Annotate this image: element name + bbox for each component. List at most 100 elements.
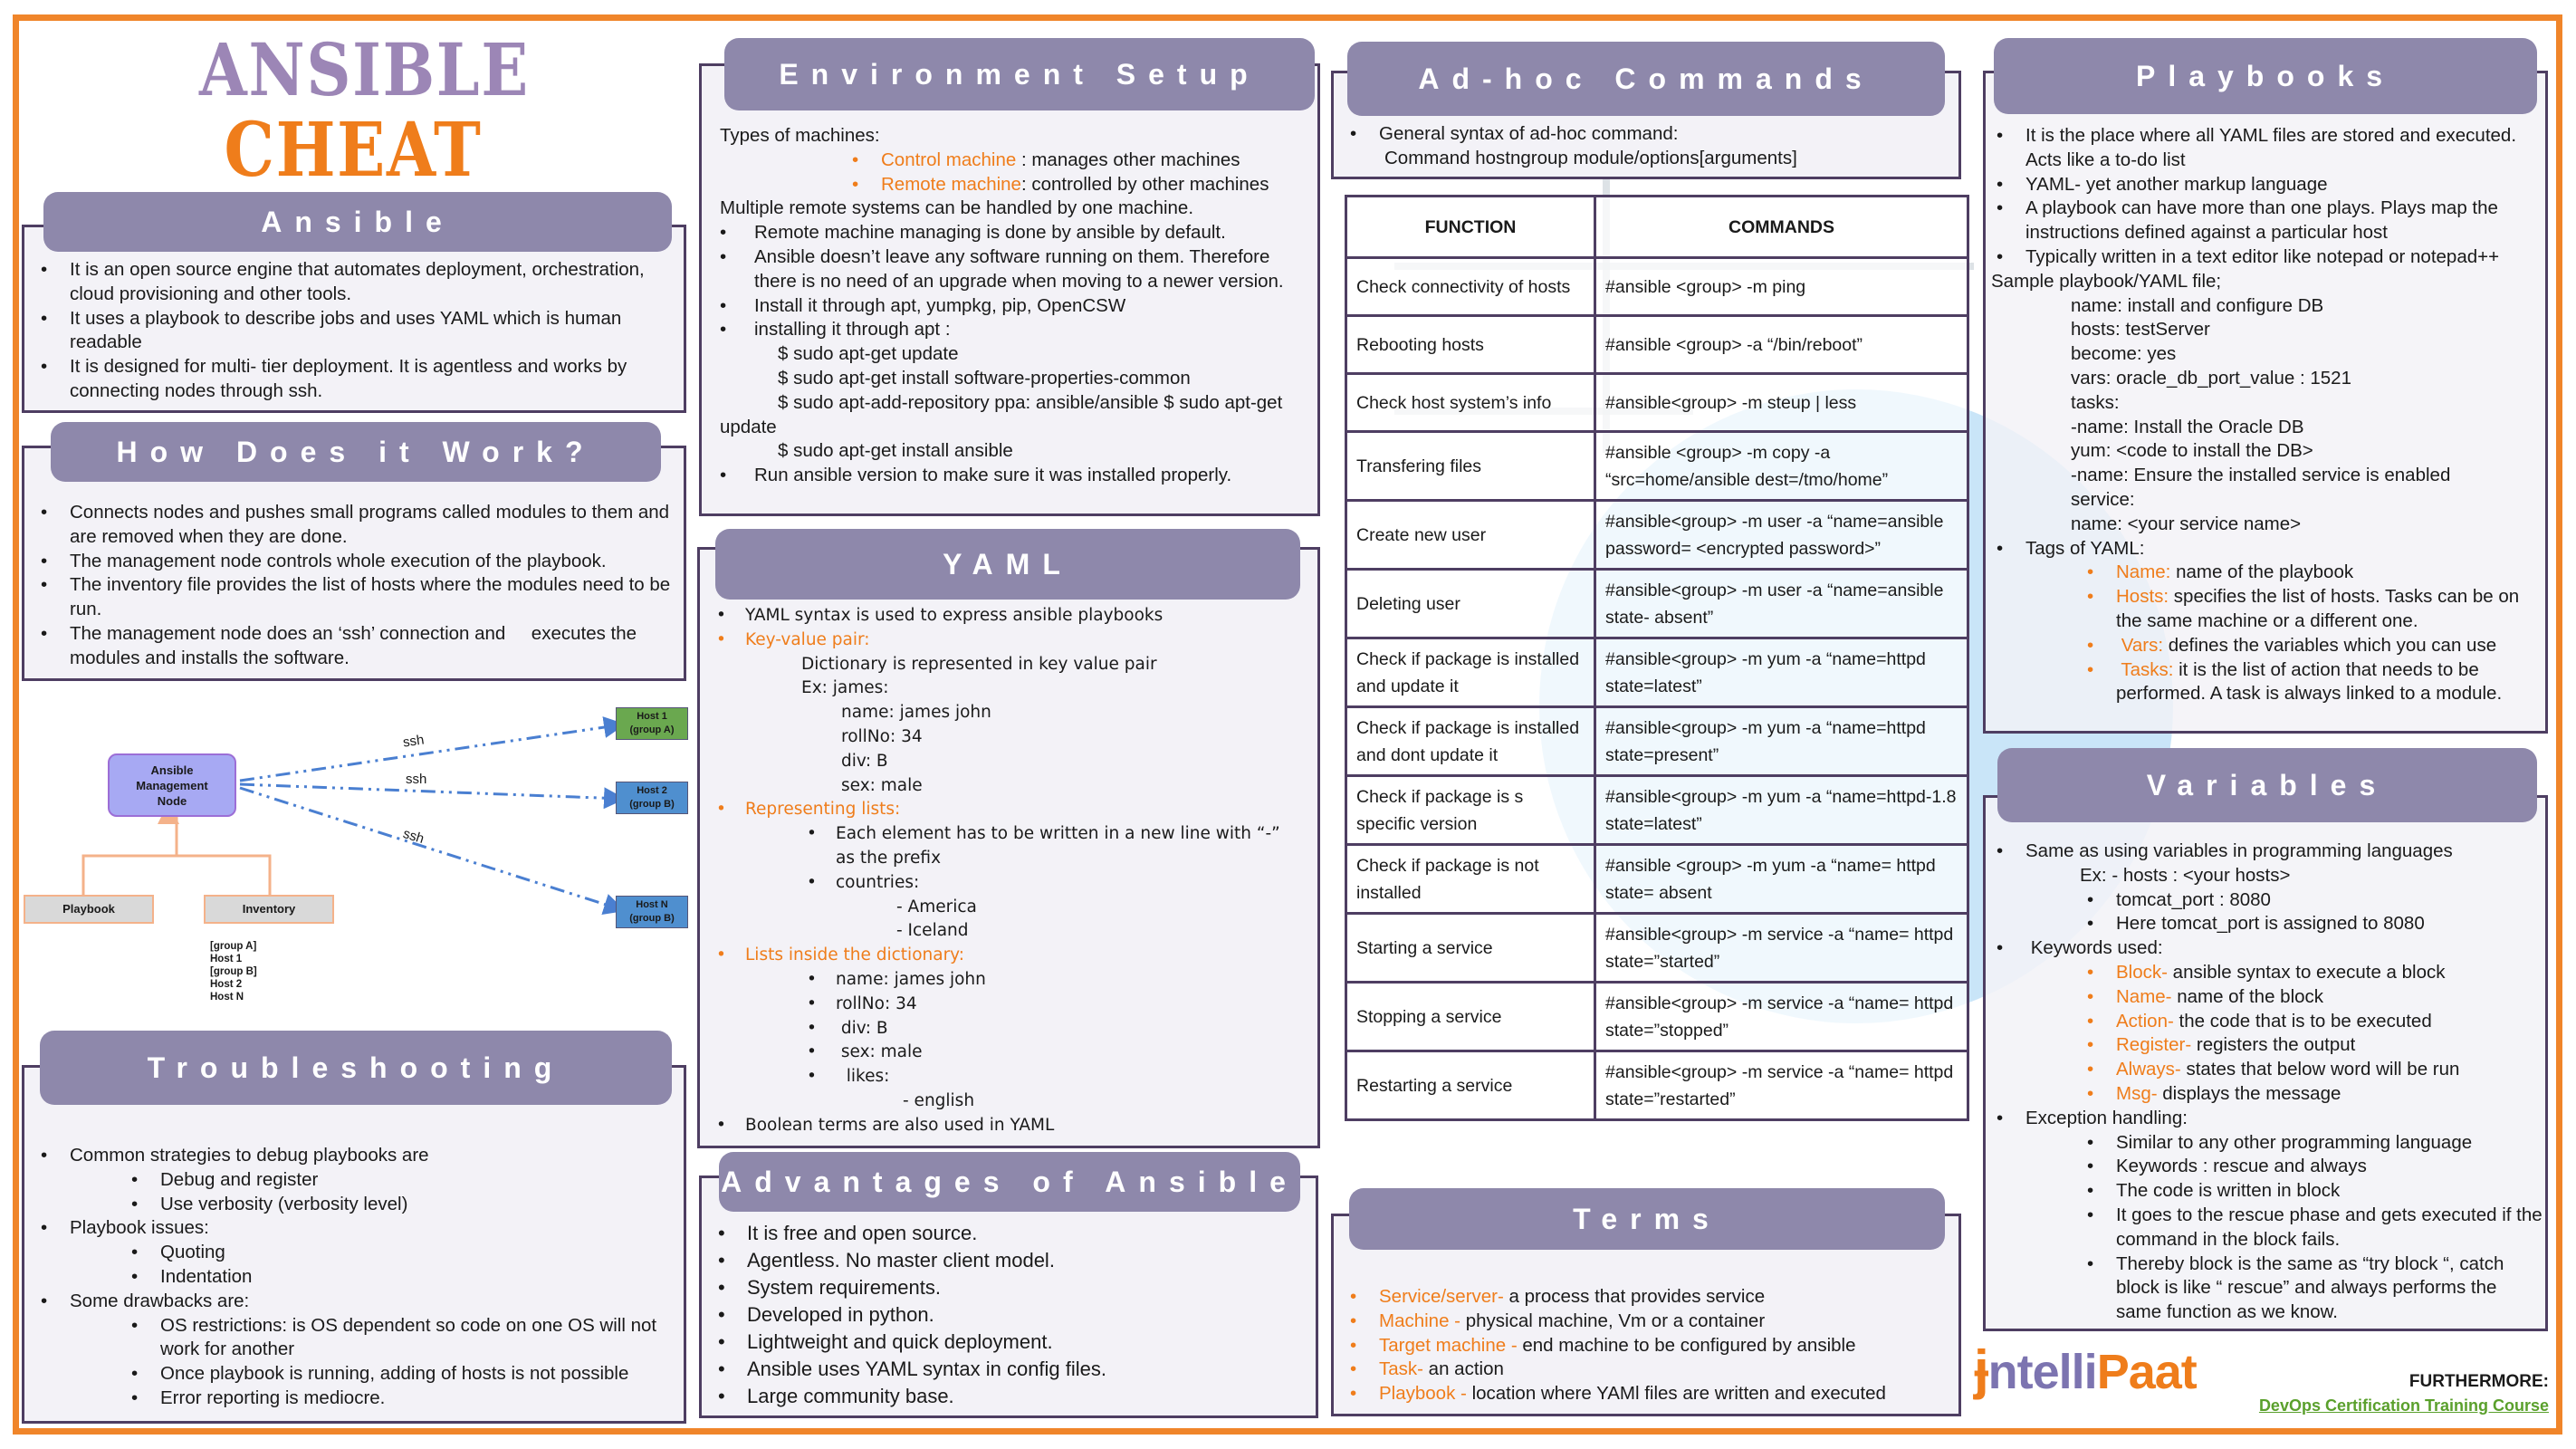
command-line: $ sudo apt-add-repository ppa: ansible/a…: [778, 391, 1283, 413]
command-cell: #ansible <group> -a “/bin/reboot”: [1594, 314, 1969, 375]
adhoc-heading: Ad-hoc Commands: [1347, 42, 1945, 116]
list-item: Playbook issues:: [35, 1216, 678, 1241]
sample-line: name: <your service name>: [2071, 513, 2302, 534]
adhoc-commands-table: FUNCTION COMMANDS Check connectivity of …: [1345, 195, 1969, 1121]
table-row: Transfering files #ansible <group> -m cop…: [1345, 430, 1969, 502]
list-item: Name: name of the playbook: [1991, 561, 2543, 585]
list-item: Indentation: [35, 1265, 678, 1290]
table-row: Check if package is installed and dont u…: [1345, 705, 1969, 777]
host-box: Host 1 (group A): [616, 707, 688, 740]
column-header: FUNCTION: [1345, 195, 1596, 259]
list-item: Thereby block is the same as “try block …: [1991, 1252, 2543, 1325]
command-cell: #ansible <group> -m copy -a “src=home/an…: [1594, 430, 1969, 502]
inventory-list: [group A] Host 1 [group B] Host 2 Host N: [210, 941, 257, 1003]
list-item: Playbook - location where YAMl files are…: [1345, 1382, 1951, 1406]
environment-setup-panel: Types of machines: Control machine : man…: [699, 63, 1320, 516]
host-box: Host 2 (group B): [616, 782, 688, 814]
list-item: Representing lists:: [711, 798, 1308, 822]
troubleshooting-panel: Common strategies to debug playbooks are…: [22, 1065, 686, 1424]
list-item: Register- registers the output: [1991, 1033, 2543, 1058]
list-item: Once playbook is running, adding of host…: [35, 1362, 678, 1387]
table-row: Create new user #ansible<group> -m user -…: [1345, 499, 1969, 571]
function-cell: Check host system’s info: [1345, 372, 1596, 433]
advantages-panel: It is free and open source. Agentless. N…: [699, 1176, 1318, 1418]
list-item: Keywords used:: [1991, 936, 2543, 961]
list-item: likes:: [711, 1065, 1308, 1089]
yaml-panel: YAML syntax is used to express ansible p…: [697, 547, 1320, 1148]
table-row: Rebooting hosts #ansible <group> -a “/bin…: [1345, 314, 1969, 375]
ssh-label: ssh: [401, 732, 426, 751]
function-cell: Check if package is s specific version: [1345, 774, 1596, 846]
list-item: Each element has to be written in a new …: [711, 822, 1308, 871]
list-item: Exception handling:: [1991, 1107, 2543, 1131]
playbook-inventory-connector: [81, 854, 272, 895]
list-item: It is designed for multi- tier deploymen…: [35, 355, 669, 404]
sample-line: become: yes: [2071, 343, 2177, 365]
function-cell: Check if package is installed and dont u…: [1345, 705, 1596, 777]
list-item: Run ansible version to make sure it was …: [720, 464, 1308, 488]
list-item: Some drawbacks are:: [35, 1290, 678, 1314]
list-item: Lightweight and quick deployment.: [713, 1329, 1310, 1356]
diagram-connectors: [81, 716, 626, 916]
country-item: - America: [896, 897, 977, 916]
list-item: countries:: [711, 871, 1308, 896]
function-cell: Starting a service: [1345, 912, 1596, 984]
list-item: It is the place where all YAML files are…: [1991, 124, 2543, 173]
list-item: Block- ansible syntax to execute a block: [1991, 961, 2543, 985]
list-item: Connects nodes and pushes small programs…: [35, 501, 675, 550]
list-item: Name- name of the block: [1991, 985, 2543, 1010]
list-item: Hosts: specifies the list of hosts. Task…: [1991, 585, 2543, 634]
list-item: The management node does an ‘ssh’ connec…: [35, 622, 675, 671]
table-header-row: FUNCTION COMMANDS: [1345, 195, 1969, 259]
kv-field: sex: male: [841, 775, 923, 795]
furthermore-label: FURTHERMORE:: [2408, 1372, 2549, 1391]
list-item: Common strategies to debug playbooks are: [35, 1144, 678, 1168]
list-item: rollNo: 34: [711, 993, 1308, 1017]
playbooks-panel: It is the place where all YAML files are…: [1983, 71, 2548, 734]
devops-course-link[interactable]: DevOps Certification Training Course: [2227, 1396, 2549, 1415]
ssh-edge-hostn: [239, 786, 626, 916]
list-item: Install it through apt, yumpkg, pip, Ope…: [720, 294, 1308, 319]
function-cell: Restarting a service: [1345, 1050, 1596, 1121]
command-cell: #ansible<group> -m service -a “name= htt…: [1594, 1050, 1969, 1121]
list-item: Lists inside the dictionary:: [711, 944, 1308, 968]
inventory-box: Inventory: [204, 895, 334, 924]
function-cell: Transfering files: [1345, 430, 1596, 502]
multiple-systems-text: Multiple remote systems can be handled b…: [720, 197, 1194, 219]
function-cell: Check if package is installed and update…: [1345, 637, 1596, 708]
table-row: Check host system’s info #ansible<group> …: [1345, 372, 1969, 433]
command-line: $ sudo apt-get install software-properti…: [778, 367, 1191, 389]
table-row: Starting a service #ansible<group> -m ser…: [1345, 912, 1969, 984]
table-row: Restarting a service #ansible<group> -m s…: [1345, 1050, 1969, 1121]
table-row: Deleting user #ansible<group> -m user -a …: [1345, 568, 1969, 639]
list-item: Ansible uses YAML syntax in config files…: [713, 1356, 1310, 1383]
list-item: sex: male: [711, 1041, 1308, 1065]
kv-description: Dictionary is represented in key value p…: [801, 654, 1157, 674]
list-item: Same as using variables in programming l…: [1991, 840, 2543, 864]
sample-line: service:: [2071, 488, 2135, 510]
sample-line: tasks:: [2071, 391, 2120, 413]
list-item: tomcat_port : 8080: [1991, 888, 2543, 913]
list-item: General syntax of ad-hoc command:: [1345, 122, 1951, 147]
list-item: Large community base.: [713, 1383, 1310, 1410]
kv-field: div: B: [841, 751, 888, 771]
command-cell: #ansible<group> -m service -a “name= htt…: [1594, 981, 1969, 1052]
ansible-heading: Ansible: [43, 192, 672, 252]
list-item: div: B: [711, 1017, 1308, 1041]
table-row: Check if package is installed and update…: [1345, 637, 1969, 708]
list-item: name: james john: [711, 968, 1308, 993]
table-row: Stopping a service #ansible<group> -m ser…: [1345, 981, 1969, 1052]
country-item: - Iceland: [896, 921, 969, 941]
kv-field: name: james john: [841, 703, 991, 723]
logo-figure-icon: ɉ: [1974, 1339, 1989, 1400]
list-item: Target machine - end machine to be confi…: [1345, 1334, 1951, 1358]
intellipaat-logo[interactable]: ɉntelliPaat: [1974, 1339, 2198, 1401]
list-item: Error reporting is mediocre.: [35, 1387, 678, 1411]
function-cell: Check connectivity of hosts: [1345, 256, 1596, 317]
function-cell: Stopping a service: [1345, 981, 1596, 1052]
playbooks-heading: Playbooks: [1994, 38, 2537, 114]
types-label: Types of machines:: [720, 125, 880, 146]
kv-field: rollNo: 34: [841, 726, 923, 746]
list-item: Service/server- a process that provides …: [1345, 1285, 1951, 1310]
list-item: Remote machine: controlled by other mach…: [720, 173, 1308, 197]
